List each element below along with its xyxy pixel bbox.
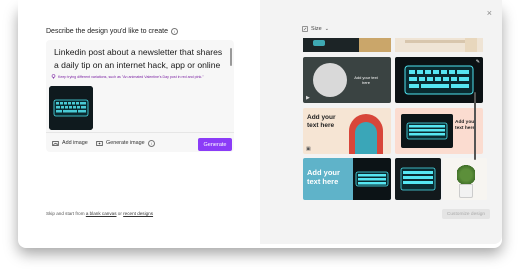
keyboard-image [49, 86, 93, 130]
customize-design-button[interactable]: Customize design [442, 209, 490, 219]
generate-image-info-icon[interactable]: i [147, 139, 155, 147]
size-label: Size [311, 26, 322, 32]
footer-or: or [117, 211, 122, 216]
close-icon[interactable]: × [487, 8, 492, 18]
chevron-down-icon: ⌄ [324, 26, 329, 32]
tile-7-caption: Add your text here [307, 168, 340, 186]
result-tile-5[interactable]: Add your text here ▣ [303, 108, 391, 154]
result-tile-2[interactable] [395, 38, 483, 52]
result-tile-7[interactable]: Add your text here [303, 158, 391, 200]
lamp-shape [465, 38, 477, 52]
prompt-scrollbar[interactable] [230, 48, 232, 66]
panel-heading: Describe the design you'd like to create… [46, 28, 178, 35]
recent-designs-link[interactable]: recent designs [123, 211, 153, 216]
prompt-textarea[interactable]: Linkedin post about a newsletter that sh… [54, 46, 224, 71]
hint-text: Keep trying different variations, such a… [58, 74, 204, 79]
tile-6-caption: Add your text here [455, 120, 477, 131]
size-dropdown[interactable]: Size ⌄ [302, 26, 329, 32]
resize-icon [302, 26, 308, 32]
result-tile-3[interactable]: Add your text here ▶ [303, 57, 391, 103]
info-icon[interactable]: i [170, 28, 178, 35]
play-icon: ▶ [306, 95, 310, 101]
heading-text: Describe the design you'd like to create [46, 28, 168, 35]
result-tile-8[interactable] [395, 158, 441, 200]
result-tile-9[interactable] [443, 158, 487, 200]
uploaded-image-thumbnail[interactable] [49, 86, 93, 130]
hint-line: Keep trying different variations, such a… [51, 74, 204, 79]
tile-3-caption: Add your text here [354, 75, 378, 85]
result-tile-6[interactable]: Add your text here [395, 108, 483, 154]
plant-leaves [457, 164, 475, 186]
sparkle-image-icon [96, 140, 103, 146]
keyboard-glyph-2 [355, 171, 389, 187]
wood-shelf [359, 38, 391, 52]
add-image-label: Add image [62, 140, 88, 146]
card-divider [46, 132, 234, 133]
blank-canvas-link[interactable]: a blank canvas [86, 211, 117, 216]
image-badge-icon: ▣ [306, 146, 311, 152]
tile-5-caption: Add your text here [307, 114, 336, 129]
shelf-line [405, 40, 465, 43]
bulb-icon [51, 74, 56, 79]
edit-icon[interactable]: ✎ [476, 59, 480, 65]
generate-image-button[interactable]: Generate image i [96, 138, 155, 148]
keyboard-panel [353, 158, 391, 200]
footer-prefix: Skip and start from [46, 211, 85, 216]
result-tile-4[interactable]: ✎ [395, 57, 483, 103]
add-image-button[interactable]: Add image [52, 138, 88, 148]
result-tile-1[interactable] [303, 38, 391, 52]
prompt-card: Linkedin post about a newsletter that sh… [46, 40, 234, 152]
neon-keyboard-image [404, 65, 474, 95]
feather-graphic [317, 79, 341, 89]
keyboard-glyph-3 [400, 167, 436, 191]
keyboard-glow [313, 40, 325, 46]
plant-pot [459, 184, 473, 198]
keyboard-glyph [406, 122, 448, 140]
keyboard-frame [401, 114, 453, 148]
results-panel: Size ⌄ × Add your text here ▶ ✎ Add your… [260, 0, 502, 244]
teal-arch [355, 122, 377, 154]
generate-image-label: Generate image [106, 140, 145, 146]
footer-text: Skip and start from a blank canvas or re… [46, 211, 153, 216]
results-scrollbar[interactable] [474, 92, 476, 160]
generate-button[interactable]: Generate [198, 138, 232, 151]
design-dialog: Describe the design you'd like to create… [18, 0, 502, 244]
image-upload-icon [52, 140, 59, 146]
describe-panel: Describe the design you'd like to create… [18, 0, 260, 244]
